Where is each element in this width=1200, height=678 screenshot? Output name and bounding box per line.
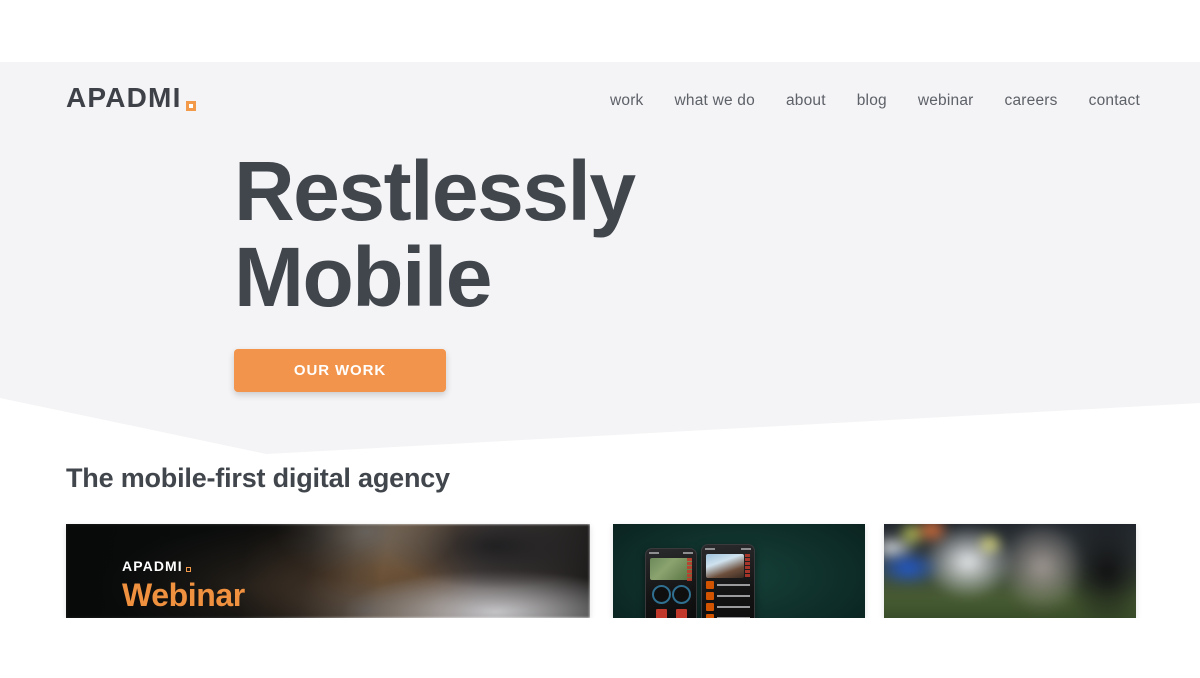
- orange-square-icon: [185, 101, 196, 111]
- phone-mockup-left: [645, 548, 697, 618]
- nav-item-webinar[interactable]: webinar: [918, 92, 974, 110]
- nav-item-what-we-do[interactable]: what we do: [675, 92, 755, 110]
- hero-heading: Restlessly Mobile: [234, 148, 636, 320]
- list-item: [706, 581, 750, 589]
- webinar-card[interactable]: APADMI Webinar: [66, 524, 590, 618]
- phone-tiles: [651, 609, 691, 618]
- nav-item-careers[interactable]: careers: [1005, 92, 1058, 110]
- nav-item-contact[interactable]: contact: [1089, 92, 1140, 110]
- page-bottom-spacer: [0, 618, 1200, 678]
- hero-heading-line-2: Mobile: [234, 230, 493, 324]
- list-item: [706, 603, 750, 611]
- phone-mockup-right: [701, 544, 755, 618]
- app-showcase-card[interactable]: [613, 524, 865, 618]
- phone-gauges: [651, 585, 691, 607]
- hero-section: APADMI work what we do about blog webina…: [0, 62, 1200, 454]
- sports-card[interactable]: [884, 524, 1136, 618]
- list-item: [706, 592, 750, 600]
- webinar-card-brand: APADMI: [122, 559, 245, 573]
- phone-video-view: [706, 554, 744, 578]
- phone-indicator-bars: [745, 554, 750, 580]
- nav-item-blog[interactable]: blog: [857, 92, 887, 110]
- webinar-card-brand-text: APADMI: [122, 558, 183, 574]
- nav-item-about[interactable]: about: [786, 92, 826, 110]
- site-logo[interactable]: APADMI: [66, 84, 196, 112]
- hero-heading-line-1: Restlessly: [234, 144, 636, 238]
- page-root: APADMI work what we do about blog webina…: [0, 0, 1200, 678]
- our-work-button[interactable]: OUR WORK: [234, 349, 446, 392]
- phone-map-view: [650, 558, 692, 580]
- nav-item-work[interactable]: work: [610, 92, 644, 110]
- webinar-card-text: APADMI Webinar: [122, 559, 245, 613]
- main-navigation: work what we do about blog webinar caree…: [610, 92, 1140, 110]
- card-grid: APADMI Webinar: [66, 524, 1136, 618]
- phone-statusbar: [705, 548, 751, 552]
- logo-text: APADMI: [66, 82, 182, 113]
- phone-feed-list: [706, 581, 750, 618]
- sports-card-photo: [884, 524, 1136, 618]
- site-header: APADMI work what we do about blog webina…: [0, 62, 1200, 136]
- phone-indicator-bars: [687, 558, 692, 584]
- phone-statusbar: [649, 552, 693, 556]
- section-heading: The mobile-first digital agency: [66, 463, 450, 493]
- orange-square-icon: [185, 567, 191, 572]
- webinar-card-title: Webinar: [122, 577, 245, 613]
